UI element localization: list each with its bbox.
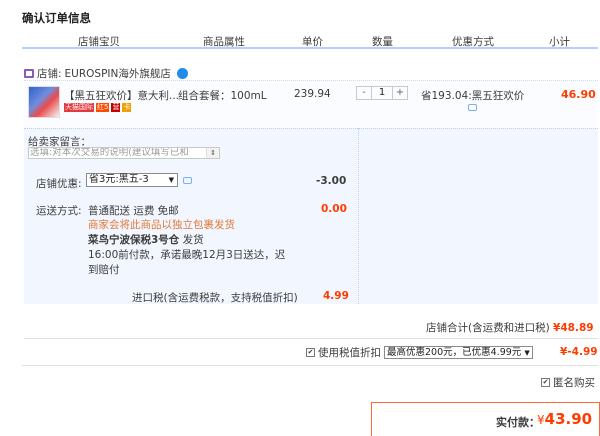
import-tax-value: 4.99 <box>323 290 349 302</box>
tax-coupon-checkbox[interactable]: ✔ <box>306 348 315 357</box>
qty-input[interactable]: 1 <box>371 87 393 99</box>
order-options-panel-right <box>358 128 598 304</box>
card-badge: 卡 <box>122 103 132 112</box>
shop-discount-select[interactable]: 省3元:黑五-3 ▼ <box>86 173 178 187</box>
shop-icon <box>24 69 34 78</box>
shipping-notice: 商家会将此商品以独立包裹发货 <box>88 219 235 231</box>
shop-total: 店铺合计(含运费和进口税) ¥48.89 <box>426 320 594 335</box>
tax-coupon-select[interactable]: 最高优惠200元，已优惠4.99元 ▼ <box>384 346 533 359</box>
shipping-warehouse-row: 菜鸟宁波保税3号仓 发货 <box>88 232 204 247</box>
qty-decrease-button[interactable]: - <box>357 87 371 99</box>
message-input[interactable]: 选填:对本次交易的说明(建议填写已和 <box>28 147 220 159</box>
promo-text: 省193.04:黑五狂欢价 <box>421 90 525 102</box>
page-title: 确认订单信息 <box>22 11 91 25</box>
payment-label: 实付款： <box>496 416 540 429</box>
tax-coupon-selected: 最高优惠200元，已优惠4.99元 <box>387 347 522 358</box>
unit-price: 239.94 <box>294 88 331 100</box>
message-expand-icon[interactable]: ⇕ <box>206 147 220 159</box>
promo-info-icon[interactable] <box>468 104 477 111</box>
header-divider <box>22 47 598 49</box>
tax-coupon-label: 使用税值折扣 <box>318 347 381 359</box>
shipping-warehouse: 菜鸟宁波保税3号仓 <box>88 234 180 246</box>
shipping-warehouse-suffix: 发货 <box>182 234 204 246</box>
shipping-promise-cont: 到赔付 <box>88 264 120 276</box>
shop-total-value: ¥48.89 <box>553 322 594 334</box>
divider <box>24 338 598 339</box>
wangwang-chat-icon[interactable] <box>176 68 188 79</box>
red5-badge: 红5 <box>96 103 110 112</box>
import-tax-label: 进口税(含运费税款，支持税值折扣) <box>132 292 298 304</box>
product-badges: 天猫国际 红5 营 卡 <box>64 103 132 112</box>
qty-increase-button[interactable]: + <box>393 87 407 99</box>
anonymous-label: 匿名购买 <box>553 377 595 389</box>
product-thumbnail[interactable] <box>28 86 60 118</box>
item-subtotal: 46.90 <box>561 88 596 101</box>
divider <box>22 365 598 366</box>
anonymous-checkbox[interactable]: ✔ <box>541 378 550 387</box>
shipping-promise: 16:00前付款，承诺最晚12月3日送达，迟 <box>88 249 286 261</box>
product-props: 组合套餐：100mL <box>178 90 267 102</box>
shop-label: 店铺: <box>37 68 62 80</box>
anonymous-row: ✔ 匿名购买 <box>541 375 595 390</box>
shop-discount-selected: 省3元:黑五-3 <box>89 174 149 185</box>
tmall-global-badge: 天猫国际 <box>64 103 94 112</box>
shop-name-link[interactable]: EUROSPIN海外旗舰店 <box>65 66 171 81</box>
chevron-down-icon: ▼ <box>168 176 174 184</box>
tax-coupon-row: ✔ 使用税值折扣 最高优惠200元，已优惠4.99元 ▼ <box>306 345 533 360</box>
tax-coupon-value: ¥-4.99 <box>560 346 598 358</box>
shop-row: 店铺: EUROSPIN海外旗舰店 <box>24 66 188 81</box>
payment-currency: ¥ <box>537 413 545 427</box>
shipping-method: 普通配送 运费 免邮 <box>88 205 179 217</box>
discount-info-icon[interactable] <box>183 177 192 184</box>
shop-discount-value: -3.00 <box>316 175 347 187</box>
quantity-stepper: - 1 + <box>356 86 408 100</box>
shipping-value: 0.00 <box>321 203 347 215</box>
shop-discount-label: 店铺优惠: <box>36 178 82 190</box>
service-badge: 营 <box>111 103 121 112</box>
shipping-label: 运送方式: <box>36 205 82 217</box>
product-name-link[interactable]: 【黑五狂欢价】意大利... <box>64 88 179 103</box>
payment-total: ¥43.90 <box>537 410 592 428</box>
shop-total-label: 店铺合计(含运费和进口税) <box>426 322 550 334</box>
chevron-down-icon: ▼ <box>524 349 530 357</box>
payment-value: 43.90 <box>544 410 593 428</box>
